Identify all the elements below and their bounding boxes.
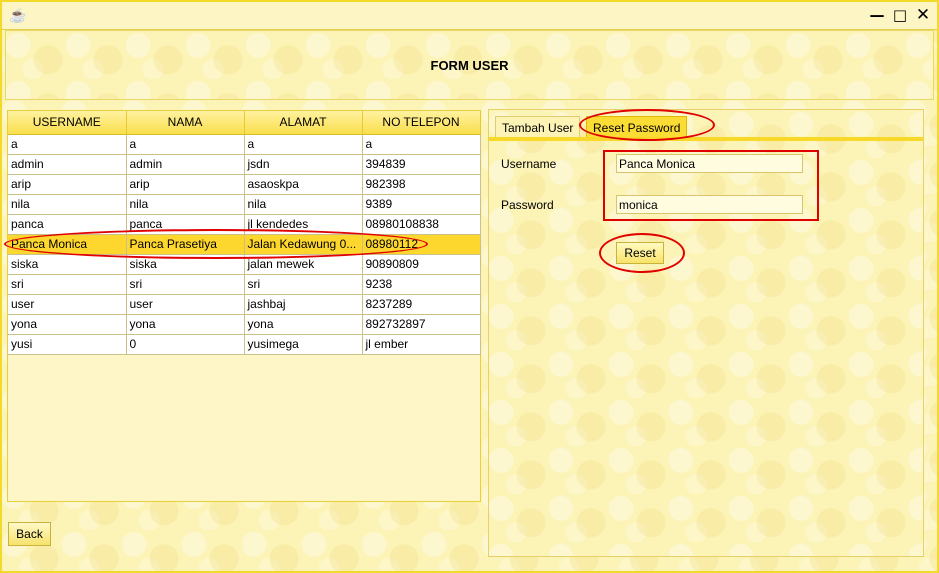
tab-reset-password[interactable]: Reset Password bbox=[586, 116, 688, 138]
user-table-panel: USERNAME NAMA ALAMAT NO TELEPON a a a a admi… bbox=[7, 110, 481, 502]
username-label: Username bbox=[501, 157, 557, 171]
cell-alamat[interactable]: yona bbox=[244, 314, 363, 335]
cell-alamat[interactable]: jl kendedes bbox=[244, 214, 363, 235]
tab-divider bbox=[489, 137, 923, 141]
cell-alamat[interactable]: a bbox=[244, 134, 363, 155]
cell-no-telepon[interactable]: 892732897 bbox=[362, 314, 481, 335]
username-field[interactable] bbox=[616, 154, 803, 173]
cell-no-telepon[interactable]: 982398 bbox=[362, 174, 481, 195]
cell-alamat[interactable]: jashbaj bbox=[244, 294, 363, 315]
cell-username[interactable]: sri bbox=[8, 274, 127, 295]
back-button[interactable]: Back bbox=[8, 522, 51, 546]
cell-alamat[interactable]: jalan mewek bbox=[244, 254, 363, 275]
maximize-icon[interactable]: □ bbox=[891, 6, 909, 24]
table-row[interactable]: yona yona yona 892732897 bbox=[8, 314, 481, 335]
cell-username[interactable]: panca bbox=[8, 214, 127, 235]
app-window: ☕ — □ ✕ FORM USER USERNAME NAMA ALAMAT N… bbox=[0, 0, 939, 573]
table-row[interactable]: siska siska jalan mewek 90890809 bbox=[8, 254, 481, 275]
table-row[interactable]: user user jashbaj 8237289 bbox=[8, 294, 481, 315]
header-panel: FORM USER bbox=[5, 30, 934, 100]
cell-nama[interactable]: Panca Prasetiya bbox=[126, 234, 245, 255]
cell-username[interactable]: user bbox=[8, 294, 127, 315]
page-title: FORM USER bbox=[430, 57, 509, 73]
cell-nama[interactable]: panca bbox=[126, 214, 245, 235]
table-row[interactable]: aaaa bbox=[8, 134, 481, 155]
table-row[interactable]: arip arip asaoskpa 982398 bbox=[8, 174, 481, 195]
cell-username[interactable]: nila bbox=[8, 194, 127, 215]
cell-nama[interactable]: a bbox=[126, 134, 245, 155]
table-row[interactable]: yusi 0 yusimega jl ember bbox=[8, 334, 481, 355]
tab-tambah-user[interactable]: Tambah User bbox=[495, 116, 581, 138]
cell-nama[interactable]: sri bbox=[126, 274, 245, 295]
cell-alamat[interactable]: asaoskpa bbox=[244, 174, 363, 195]
cell-username[interactable]: Panca Monica bbox=[8, 234, 127, 255]
cell-alamat[interactable]: yusimega bbox=[244, 334, 363, 355]
table-row[interactable]: admin admin jsdn 394839 bbox=[8, 154, 481, 175]
reset-button[interactable]: Reset bbox=[616, 242, 664, 264]
column-header-no-telepon[interactable]: NO TELEPON bbox=[362, 111, 481, 135]
cell-no-telepon[interactable]: 90890809 bbox=[362, 254, 481, 275]
cell-no-telepon[interactable]: 08980108838 bbox=[362, 214, 481, 235]
column-header-username[interactable]: USERNAME bbox=[8, 111, 127, 135]
cell-nama[interactable]: 0 bbox=[126, 334, 245, 355]
cell-no-telepon[interactable]: 9389 bbox=[362, 194, 481, 215]
cell-username[interactable]: arip bbox=[8, 174, 127, 195]
minimize-icon[interactable]: — bbox=[868, 6, 886, 24]
cell-username[interactable]: a bbox=[8, 134, 127, 155]
cell-alamat[interactable]: jsdn bbox=[244, 154, 363, 175]
cell-nama[interactable]: yona bbox=[126, 314, 245, 335]
cell-no-telepon[interactable]: 394839 bbox=[362, 154, 481, 175]
table-row[interactable]: Panca Monica Panca Prasetiya Jalan Kedawun… bbox=[8, 234, 481, 255]
cell-nama[interactable]: admin bbox=[126, 154, 245, 175]
password-label: Password bbox=[501, 198, 554, 212]
cell-no-telepon[interactable]: a bbox=[362, 134, 481, 155]
cell-alamat[interactable]: sri bbox=[244, 274, 363, 295]
cell-username[interactable]: yona bbox=[8, 314, 127, 335]
cell-no-telepon[interactable]: 08980112 bbox=[362, 234, 481, 255]
table-row[interactable]: sri sri sri 9238 bbox=[8, 274, 481, 295]
cell-nama[interactable]: nila bbox=[126, 194, 245, 215]
column-header-nama[interactable]: NAMA bbox=[126, 111, 245, 135]
password-field[interactable] bbox=[616, 195, 803, 214]
user-table: USERNAME NAMA ALAMAT NO TELEPON a a a a admi… bbox=[8, 111, 481, 355]
close-icon[interactable]: ✕ bbox=[914, 6, 932, 24]
table-row[interactable]: panca panca jl kendedes 08980108838 bbox=[8, 214, 481, 235]
cell-no-telepon[interactable]: 9238 bbox=[362, 274, 481, 295]
java-coffee-icon[interactable]: ☕ bbox=[9, 7, 26, 23]
cell-username[interactable]: siska bbox=[8, 254, 127, 275]
cell-no-telepon[interactable]: 8237289 bbox=[362, 294, 481, 315]
cell-nama[interactable]: siska bbox=[126, 254, 245, 275]
cell-no-telepon[interactable]: jl ember bbox=[362, 334, 481, 355]
cell-alamat[interactable]: Jalan Kedawung 0... bbox=[244, 234, 363, 255]
tab-panel: Tambah User Reset Password Username Pass… bbox=[488, 109, 924, 557]
title-bar: ☕ — □ ✕ bbox=[2, 2, 937, 30]
cell-nama[interactable]: arip bbox=[126, 174, 245, 195]
table-header-row: USERNAME NAMA ALAMAT NO TELEPON bbox=[8, 111, 481, 135]
cell-nama[interactable]: user bbox=[126, 294, 245, 315]
table-row[interactable]: nila nila nila 9389 bbox=[8, 194, 481, 215]
column-header-alamat[interactable]: ALAMAT bbox=[244, 111, 363, 135]
cell-username[interactable]: yusi bbox=[8, 334, 127, 355]
cell-username[interactable]: admin bbox=[8, 154, 127, 175]
cell-alamat[interactable]: nila bbox=[244, 194, 363, 215]
